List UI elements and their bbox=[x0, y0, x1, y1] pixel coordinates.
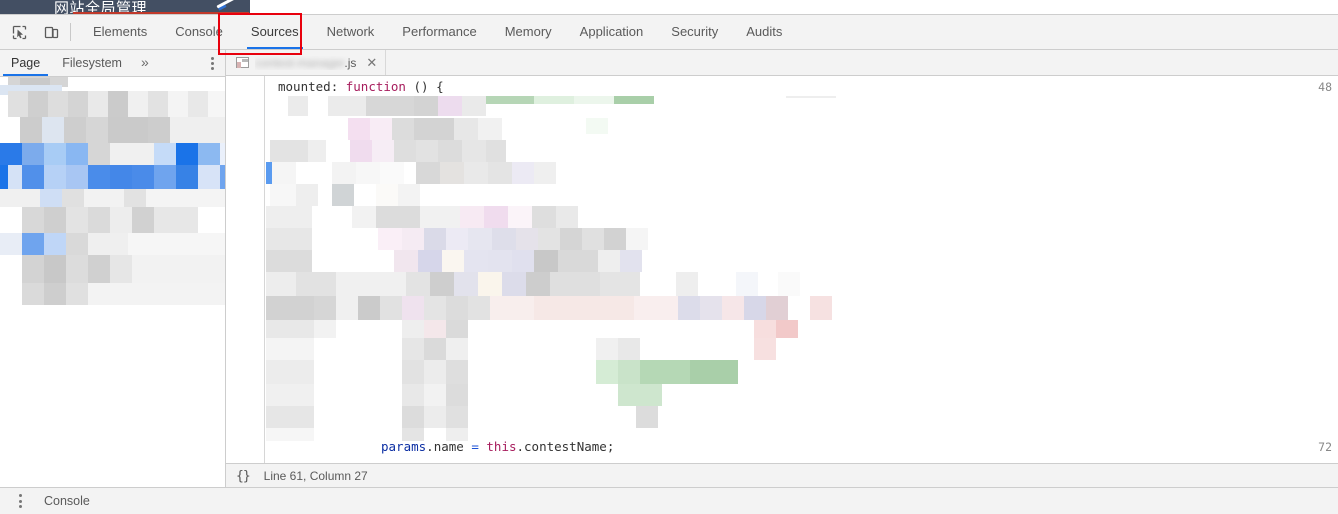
devtools-body: Page Filesystem » contest-manager.js ✕ 4… bbox=[0, 50, 1338, 488]
cursor-position-label: Line 61, Column 27 bbox=[263, 469, 368, 483]
devtools-tab-list: Elements Console Sources Network Perform… bbox=[79, 15, 796, 49]
redacted-file-tree-content bbox=[0, 77, 225, 467]
tab-audits[interactable]: Audits bbox=[732, 15, 796, 49]
editor-status-bar: {} Line 61, Column 27 bbox=[226, 463, 1338, 488]
devtools-window: Elements Console Sources Network Perform… bbox=[0, 13, 1338, 514]
devtools-main-tabbar: Elements Console Sources Network Perform… bbox=[0, 13, 1338, 55]
line-number-first: 48 bbox=[1318, 80, 1332, 94]
javascript-file-icon bbox=[236, 57, 249, 68]
tab-console[interactable]: Console bbox=[161, 15, 237, 49]
file-tab-label: contest-manager.js bbox=[255, 56, 356, 70]
tab-network[interactable]: Network bbox=[313, 15, 389, 49]
nav-tab-page[interactable]: Page bbox=[0, 50, 51, 76]
redacted-code-content bbox=[266, 96, 1338, 441]
editor-gutter bbox=[226, 76, 265, 463]
code-line-last: params.name = this.contestName; bbox=[381, 439, 615, 454]
drawer-kebab-menu-icon[interactable] bbox=[12, 491, 28, 511]
code-editor[interactable]: 48 mounted: function () {72 params.name… bbox=[226, 76, 1338, 463]
navigator-file-tree[interactable] bbox=[0, 77, 225, 488]
site-header: 网站全局管理 bbox=[0, 0, 1338, 14]
tab-sources[interactable]: Sources bbox=[237, 15, 313, 49]
editor-file-tabbar: contest-manager.js ✕ bbox=[226, 50, 1338, 76]
navigator-tabbar: Page Filesystem » bbox=[0, 50, 225, 77]
inspect-element-icon[interactable] bbox=[6, 19, 32, 45]
devtools-drawer: Console bbox=[0, 487, 1338, 514]
tab-performance[interactable]: Performance bbox=[388, 15, 490, 49]
tab-application[interactable]: Application bbox=[566, 15, 658, 49]
file-tab-label-redacted: contest-manager bbox=[255, 55, 345, 70]
navigator-kebab-menu-icon[interactable] bbox=[205, 54, 219, 72]
drawer-tab-console[interactable]: Console bbox=[44, 494, 90, 508]
sources-editor-pane: contest-manager.js ✕ 48 mounted: functio… bbox=[226, 50, 1338, 488]
code-line-first: mounted: function () { bbox=[278, 79, 444, 94]
line-number-last: 72 bbox=[1318, 440, 1332, 454]
tab-security[interactable]: Security bbox=[657, 15, 732, 49]
pretty-print-icon[interactable]: {} bbox=[236, 469, 251, 484]
chevron-double-right-icon[interactable]: » bbox=[133, 50, 157, 76]
file-tab-active[interactable]: contest-manager.js ✕ bbox=[226, 50, 387, 75]
toolbar-divider bbox=[70, 23, 71, 41]
close-icon[interactable]: ✕ bbox=[366, 56, 377, 69]
file-tab-label-extension: .js bbox=[344, 55, 357, 70]
sources-navigator-pane: Page Filesystem » bbox=[0, 50, 226, 488]
device-toolbar-icon[interactable] bbox=[38, 19, 64, 45]
tab-memory[interactable]: Memory bbox=[491, 15, 566, 49]
tab-elements[interactable]: Elements bbox=[79, 15, 161, 49]
nav-tab-filesystem[interactable]: Filesystem bbox=[51, 50, 133, 76]
